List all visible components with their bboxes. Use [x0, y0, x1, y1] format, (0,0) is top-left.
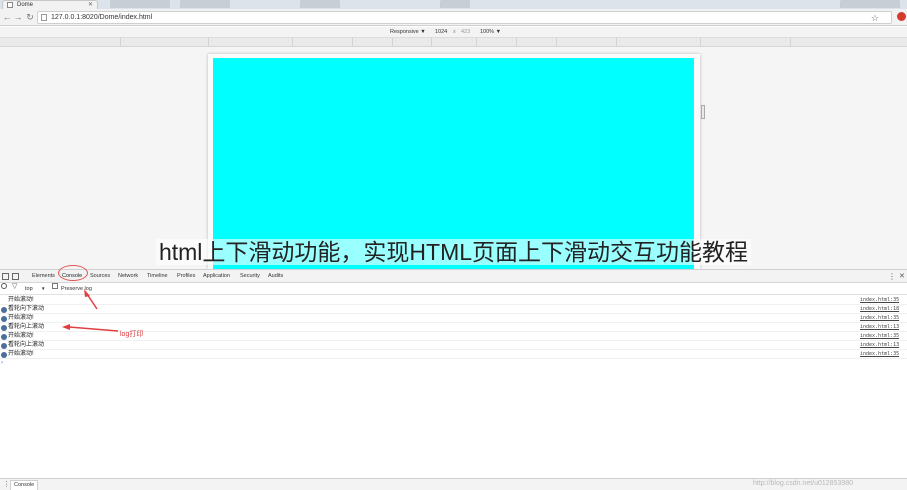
- annotation-arrow-log: [68, 326, 119, 332]
- drawer-menu-icon[interactable]: ⋮: [3, 479, 10, 490]
- annotation-arrowhead: [62, 324, 70, 330]
- watermark: http://blog.csdn.net/u012853980: [753, 480, 854, 487]
- annotation-arrows: [62, 289, 119, 332]
- drawer-tab-console[interactable]: Console: [10, 480, 39, 490]
- annotation-label: log打印: [120, 331, 144, 338]
- annotation-arrowhead: [84, 289, 90, 297]
- screenshot-root: Dome ✕ ← → ↻ 127.0.0.1:8020/Dome/index.h…: [0, 0, 907, 490]
